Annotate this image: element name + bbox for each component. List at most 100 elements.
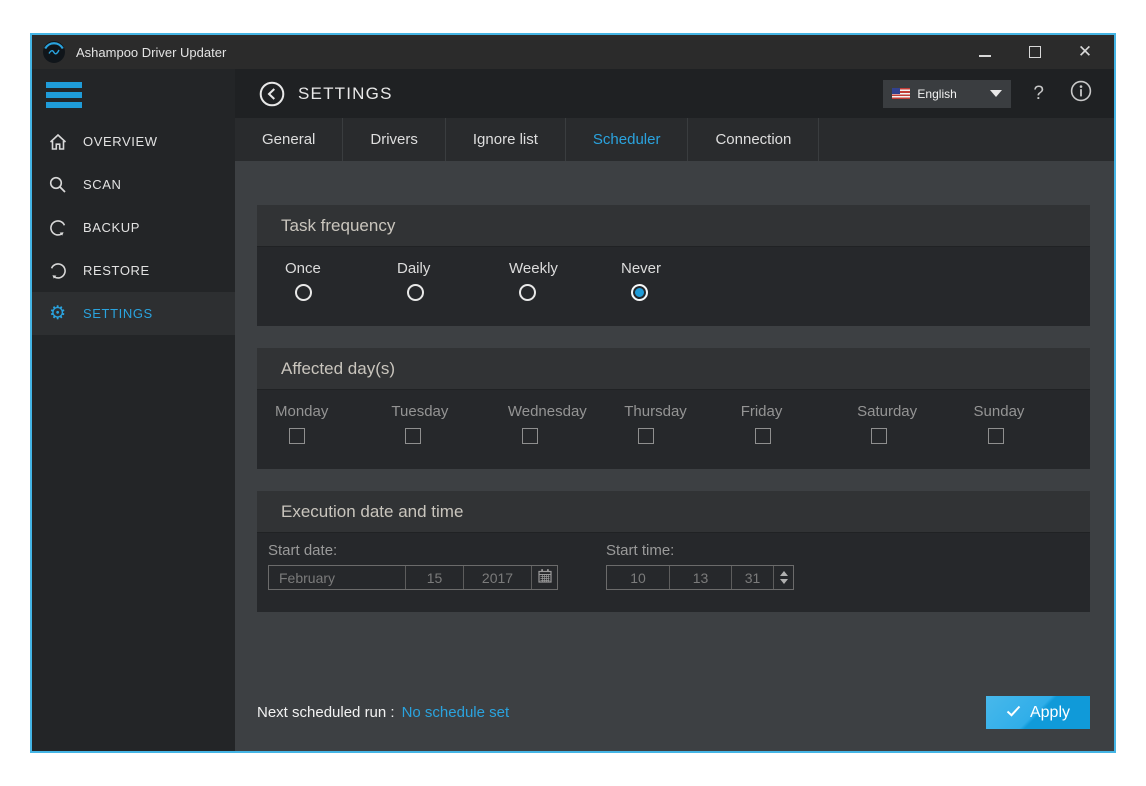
checkbox-saturday[interactable] [871, 428, 887, 444]
sidebar-item-backup[interactable]: BACKUP [32, 206, 235, 249]
start-time-input: 10 13 31 [606, 565, 794, 590]
title-bar: Ashampoo Driver Updater ✕ [32, 35, 1114, 69]
day-option-sunday[interactable]: Sunday [974, 403, 1090, 469]
day-label: Friday [741, 403, 857, 420]
page-title: SETTINGS [298, 84, 393, 104]
sidebar-item-settings[interactable]: ⚙ SETTINGS [32, 292, 235, 335]
radio-option-daily[interactable]: Daily [397, 260, 509, 326]
sidebar-item-label: SETTINGS [83, 306, 153, 321]
day-field[interactable]: 15 [405, 566, 463, 589]
spinner-up-icon [780, 571, 788, 576]
sidebar-item-overview[interactable]: OVERVIEW [32, 120, 235, 163]
back-button[interactable] [259, 81, 285, 107]
radio-option-never[interactable]: Never [621, 260, 733, 326]
magnifier-icon [48, 175, 68, 195]
calendar-picker-button[interactable] [531, 566, 557, 589]
checkbox-tuesday[interactable] [405, 428, 421, 444]
restore-circular-arrow-icon [48, 261, 68, 281]
start-date-input: February 15 2017 [268, 565, 558, 590]
day-option-saturday[interactable]: Saturday [857, 403, 973, 469]
gear-icon: ⚙ [48, 304, 68, 324]
help-button[interactable]: ? [1033, 83, 1044, 105]
apply-label: Apply [1030, 704, 1070, 722]
radio-label: Never [621, 260, 733, 277]
app-window: Ashampoo Driver Updater ✕ [30, 33, 1116, 753]
calendar-icon [537, 568, 553, 587]
affected-days-section: Affected day(s) Monday Tuesday [257, 348, 1090, 469]
start-time-group: Start time: 10 13 31 [606, 542, 794, 612]
sidebar-item-label: BACKUP [83, 220, 140, 235]
hours-field[interactable]: 10 [607, 566, 669, 589]
sidebar-item-scan[interactable]: SCAN [32, 163, 235, 206]
seconds-field[interactable]: 31 [731, 566, 773, 589]
window-title: Ashampoo Driver Updater [76, 45, 226, 60]
sidebar-item-label: RESTORE [83, 263, 150, 278]
day-label: Saturday [857, 403, 973, 420]
radio-weekly[interactable] [519, 284, 536, 301]
info-icon [1070, 80, 1092, 107]
info-button[interactable] [1070, 80, 1092, 107]
day-option-wednesday[interactable]: Wednesday [508, 403, 624, 469]
checkbox-friday[interactable] [755, 428, 771, 444]
day-label: Sunday [974, 403, 1090, 420]
section-title: Affected day(s) [257, 348, 1090, 390]
tab-general[interactable]: General [235, 118, 343, 161]
radio-never[interactable] [631, 284, 648, 301]
scheduler-content: Task frequency Once Daily Week [235, 161, 1114, 751]
time-spinner[interactable] [773, 566, 793, 589]
sidebar-item-restore[interactable]: RESTORE [32, 249, 235, 292]
tab-drivers[interactable]: Drivers [343, 118, 446, 161]
day-option-tuesday[interactable]: Tuesday [391, 403, 507, 469]
window-controls: ✕ [978, 45, 1100, 59]
day-label: Monday [275, 403, 391, 420]
close-icon: ✕ [1078, 45, 1092, 59]
spinner-down-icon [780, 579, 788, 584]
sidebar: OVERVIEW SCAN [32, 69, 235, 751]
day-label: Thursday [624, 403, 740, 420]
month-field[interactable]: February [269, 566, 405, 589]
tab-scheduler[interactable]: Scheduler [566, 118, 689, 161]
start-date-label: Start date: [268, 542, 558, 559]
sidebar-item-label: SCAN [83, 177, 122, 192]
checkbox-thursday[interactable] [638, 428, 654, 444]
minimize-button[interactable] [978, 45, 992, 59]
radio-option-once[interactable]: Once [285, 260, 397, 326]
year-field[interactable]: 2017 [463, 566, 531, 589]
us-flag-icon [892, 88, 910, 99]
maximize-icon [1029, 46, 1041, 58]
tab-ignore-list[interactable]: Ignore list [446, 118, 566, 161]
day-option-friday[interactable]: Friday [741, 403, 857, 469]
radio-label: Weekly [509, 260, 621, 277]
checkbox-sunday[interactable] [988, 428, 1004, 444]
task-frequency-section: Task frequency Once Daily Week [257, 205, 1090, 326]
settings-tabs: General Drivers Ignore list Scheduler Co… [235, 118, 1114, 161]
start-date-group: Start date: February 15 2017 [268, 542, 558, 612]
start-time-label: Start time: [606, 542, 794, 559]
radio-once[interactable] [295, 284, 312, 301]
radio-option-weekly[interactable]: Weekly [509, 260, 621, 326]
maximize-button[interactable] [1028, 45, 1042, 59]
checkbox-monday[interactable] [289, 428, 305, 444]
next-run-value: No schedule set [402, 704, 510, 721]
minimize-icon [979, 55, 991, 57]
tab-connection[interactable]: Connection [688, 118, 819, 161]
section-title: Execution date and time [257, 491, 1090, 533]
day-label: Wednesday [508, 403, 624, 420]
settings-header: SETTINGS English ? [235, 69, 1114, 118]
day-option-thursday[interactable]: Thursday [624, 403, 740, 469]
section-title: Task frequency [257, 205, 1090, 247]
apply-button[interactable]: Apply [986, 696, 1090, 729]
language-dropdown[interactable]: English [883, 80, 1011, 108]
minutes-field[interactable]: 13 [669, 566, 731, 589]
radio-daily[interactable] [407, 284, 424, 301]
home-icon [48, 132, 68, 152]
page-background: Ashampoo Driver Updater ✕ [0, 0, 1146, 786]
main-panel: SETTINGS English ? [235, 69, 1114, 751]
day-option-monday[interactable]: Monday [275, 403, 391, 469]
hamburger-menu-icon[interactable] [46, 82, 82, 108]
close-button[interactable]: ✕ [1078, 45, 1092, 59]
checkbox-wednesday[interactable] [522, 428, 538, 444]
app-logo-icon [42, 40, 66, 64]
sidebar-item-label: OVERVIEW [83, 134, 158, 149]
chevron-down-icon [990, 90, 1002, 97]
